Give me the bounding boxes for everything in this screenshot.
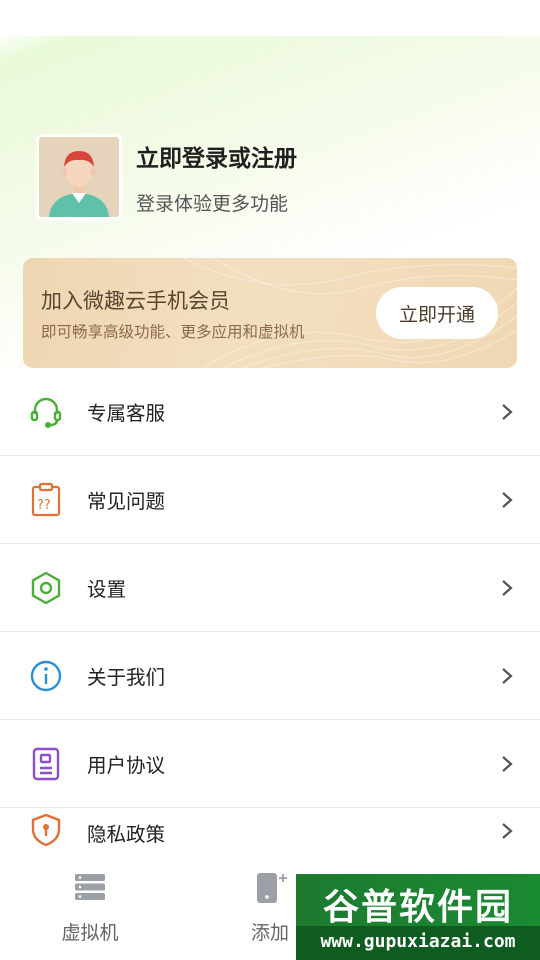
login-subtitle: 登录体验更多功能 [136,192,289,215]
menu-item-label: 常见问题 [87,490,166,513]
tab-virtual-machine[interactable]: 虚拟机 [30,862,150,960]
login-title[interactable]: 立即登录或注册 [136,139,297,173]
menu-item-about-us[interactable]: 关于我们 [0,632,540,720]
menu-item-label: 用户协议 [87,754,166,777]
vip-subtitle: 即可畅享高级功能、更多应用和虚拟机 [41,323,305,341]
open-membership-button[interactable]: 立即开通 [376,287,498,339]
privacy-shield-icon [28,812,64,848]
menu-item-customer-service[interactable]: 专属客服 [0,368,540,456]
chevron-right-icon [502,823,513,839]
info-icon [28,658,64,694]
tab-label: 虚拟机 [61,922,119,944]
agreement-icon [28,746,64,782]
menu-item-faq[interactable]: ?? 常见问题 [0,456,540,544]
chevron-right-icon [502,755,513,772]
settings-hexagon-icon [28,570,64,606]
avatar[interactable] [36,134,122,220]
menu-item-user-agreement[interactable]: 用户协议 [0,720,540,808]
chevron-right-icon [502,579,513,596]
vip-title: 加入微趣云手机会员 [41,289,230,313]
server-icon [73,870,107,908]
svg-text:??: ?? [37,498,51,513]
headset-icon [28,394,64,430]
vip-membership-banner[interactable]: 加入微趣云手机会员 即可畅享高级功能、更多应用和虚拟机 立即开通 [23,258,517,368]
menu-item-label: 设置 [87,578,127,601]
chevron-right-icon [502,491,513,508]
faq-clipboard-icon: ?? [28,482,64,518]
chevron-right-icon [502,667,513,684]
status-bar [0,0,540,36]
watermark-url: www.gupuxiazai.com [320,931,516,952]
add-device-icon [250,870,290,908]
watermark-overlay: 谷普软件园 www.gupuxiazai.com [296,874,540,960]
chevron-right-icon [502,403,513,420]
settings-menu: 专属客服 ?? 常见问题 设置 关于我们 用户协议 隐私政策 [0,368,540,878]
login-profile-card[interactable]: 立即登录或注册 登录体验更多功能 [36,134,506,220]
menu-item-label: 隐私政策 [87,823,166,846]
menu-item-label: 关于我们 [87,666,166,689]
menu-item-settings[interactable]: 设置 [0,544,540,632]
menu-item-label: 专属客服 [87,402,166,425]
watermark-title: 谷普软件园 [322,887,513,928]
